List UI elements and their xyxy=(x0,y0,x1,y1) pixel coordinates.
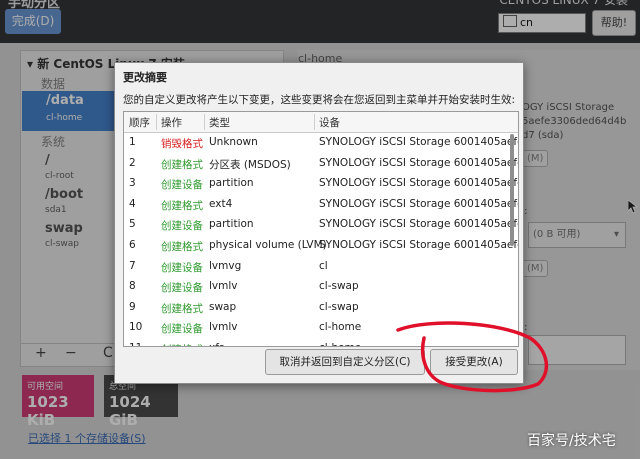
table-header: 顺序 操作 类型 设备 xyxy=(124,112,518,133)
row-action: 创建设备 xyxy=(161,220,203,233)
row-device: SYNOLOGY iSCSI Storage 6001405aefe33 xyxy=(319,177,519,190)
row-device: cl xyxy=(319,259,328,272)
row-order: 3 xyxy=(129,177,136,190)
row-type: partition xyxy=(209,177,254,190)
accept-changes-button[interactable]: 接受更改(A) xyxy=(430,349,518,375)
cancel-and-return-button[interactable]: 取消并返回到自定义分区(C) xyxy=(265,349,425,375)
row-device: cl-home xyxy=(319,342,361,346)
row-action: 创建格式 xyxy=(161,241,203,253)
row-order: 10 xyxy=(129,321,143,334)
column-header-order[interactable]: 顺序 xyxy=(129,115,150,130)
table-row[interactable]: 10 创建设备 lvmlv cl-home xyxy=(124,318,518,339)
column-separator xyxy=(156,114,157,130)
row-order: 5 xyxy=(129,218,136,231)
row-type: Unknown xyxy=(209,136,258,148)
table-row[interactable]: 2 创建格式 分区表 (MSDOS) SYNOLOGY iSCSI Storage 6… xyxy=(124,154,518,175)
column-separator xyxy=(204,114,205,130)
table-row[interactable]: 4 创建格式 ext4 SYNOLOGY iSCSI Storage 6001405a… xyxy=(124,195,518,216)
row-type: 分区表 (MSDOS) xyxy=(209,158,291,171)
row-action: 创建格式 xyxy=(161,158,203,171)
row-action: 创建设备 xyxy=(161,179,203,192)
row-device: SYNOLOGY iSCSI Storage 6001405aefe33 xyxy=(319,136,519,148)
row-device: cl-swap xyxy=(319,300,359,313)
row-device: cl-home xyxy=(319,321,362,334)
row-type: physical volume (LVM) xyxy=(209,239,327,251)
row-device: SYNOLOGY iSCSI Storage 6001405aefe33 xyxy=(319,239,519,251)
dialog-description: 您的自定义更改将产生以下变更，这些变更将会在您返回到主菜单并开始安装时生效: xyxy=(123,94,516,106)
row-action: 创建设备 xyxy=(161,261,203,274)
row-type: partition xyxy=(209,218,254,231)
table-row[interactable]: 8 创建设备 lvmlv cl-swap xyxy=(124,277,518,298)
column-separator xyxy=(314,114,315,130)
change-summary-dialog: 更改摘要 您的自定义更改将产生以下变更，这些变更将会在您返回到主菜单并开始安装时… xyxy=(114,62,524,384)
row-action: 创建格式 xyxy=(161,342,203,346)
changes-table: 顺序 操作 类型 设备 1 销毁格式 Unknown SYNOLOGY iSCSI S… xyxy=(123,111,519,347)
row-action: 创建设备 xyxy=(161,323,203,336)
row-order: 9 xyxy=(129,300,136,313)
row-action: 创建格式 xyxy=(161,199,203,212)
row-device: SYNOLOGY iSCSI Storage 6001405aefe33 xyxy=(319,156,519,169)
column-header-device[interactable]: 设备 xyxy=(319,115,340,130)
column-header-action[interactable]: 操作 xyxy=(161,115,182,130)
table-row[interactable]: 1 销毁格式 Unknown SYNOLOGY iSCSI Storage 60014… xyxy=(124,133,518,154)
row-type: lvmvg xyxy=(209,259,242,272)
row-order: 11 xyxy=(129,342,142,346)
row-order: 2 xyxy=(129,156,136,169)
row-order: 6 xyxy=(129,239,136,251)
row-type: ext4 xyxy=(209,197,233,210)
watermark-text: 百家号/技术宅 xyxy=(527,433,616,449)
row-action: 创建格式 xyxy=(161,302,203,315)
row-order: 8 xyxy=(129,280,136,293)
row-order: 4 xyxy=(129,197,136,210)
row-type: lvmlv xyxy=(209,280,238,293)
row-order: 1 xyxy=(129,136,136,148)
table-row[interactable]: 9 创建格式 swap cl-swap xyxy=(124,298,518,319)
table-row[interactable]: 11 创建格式 xfs cl-home xyxy=(124,339,518,346)
row-type: lvmlv xyxy=(209,321,238,334)
table-scrollbar[interactable] xyxy=(510,134,514,246)
row-type: xfs xyxy=(209,342,224,346)
column-header-type[interactable]: 类型 xyxy=(209,115,230,130)
row-device: cl-swap xyxy=(319,280,359,293)
row-device: SYNOLOGY iSCSI Storage 6001405aefe33 xyxy=(319,197,519,210)
row-action: 销毁格式 xyxy=(161,138,203,150)
installer-screen: 手动分区 完成(D) CENTOS LINUX 7 安装 cn 帮助! ▾ 新 … xyxy=(0,0,640,459)
table-row[interactable]: 6 创建格式 physical volume (LVM) SYNOLOGY iSCSI… xyxy=(124,236,518,257)
table-row[interactable]: 7 创建设备 lvmvg cl xyxy=(124,257,518,278)
row-device: SYNOLOGY iSCSI Storage 6001405aefe33 xyxy=(319,218,519,231)
row-type: swap xyxy=(209,300,237,313)
table-row[interactable]: 3 创建设备 partition SYNOLOGY iSCSI Storage 600… xyxy=(124,174,518,195)
row-action: 创建设备 xyxy=(161,282,203,295)
dialog-title: 更改摘要 xyxy=(123,71,167,84)
row-order: 7 xyxy=(129,259,136,272)
table-row[interactable]: 5 创建设备 partition SYNOLOGY iSCSI Storage 600… xyxy=(124,215,518,236)
